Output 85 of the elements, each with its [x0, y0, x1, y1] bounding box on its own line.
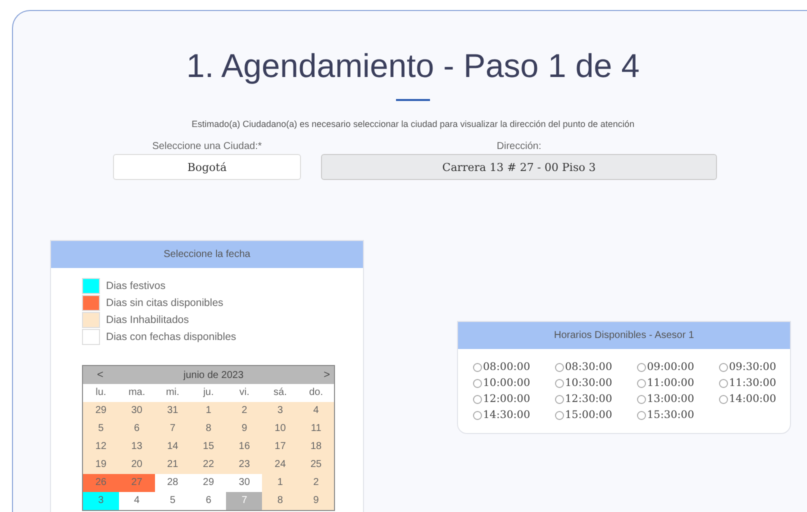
time-option[interactable]: 15:30:00	[647, 409, 694, 421]
radio-button[interactable]	[719, 394, 728, 404]
calendar-day[interactable]: 10	[262, 420, 298, 438]
weekday-label: ma.	[127, 386, 146, 400]
radio-button[interactable]	[637, 362, 646, 372]
legend-label: Dias con fechas disponibles	[106, 331, 236, 343]
calendar-day[interactable]: 16	[226, 438, 262, 456]
time-option[interactable]: 11:30:00	[729, 377, 776, 389]
calendar-day[interactable]: 8	[190, 420, 226, 438]
calendar-day[interactable]: 12	[83, 438, 119, 456]
calendar-day[interactable]: 2	[298, 474, 334, 492]
radio-button[interactable]	[719, 378, 728, 388]
calendar-day[interactable]: 2	[226, 402, 262, 420]
title-underline	[396, 99, 430, 101]
calendar-day[interactable]: 15	[190, 438, 226, 456]
calendar-day[interactable]: 14	[154, 438, 191, 456]
calendar-day[interactable]: 11	[298, 420, 334, 438]
radio-button[interactable]	[637, 410, 646, 420]
calendar-day[interactable]: 9	[298, 492, 334, 510]
time-option[interactable]: 13:00:00	[647, 393, 694, 405]
radio-button[interactable]	[473, 378, 482, 388]
calendar-day[interactable]: 8	[262, 492, 298, 510]
weekday-label: vi.	[238, 386, 250, 400]
legend-label: Dias sin citas disponibles	[106, 297, 224, 309]
calendar-day[interactable]: 1	[262, 474, 298, 492]
time-option[interactable]: 14:00:00	[729, 393, 776, 405]
page-title: 1. Agendamiento - Paso 1 de 4	[185, 47, 641, 85]
time-option[interactable]: 09:00:00	[647, 361, 694, 373]
legend-label: Dias Inhabilitados	[106, 314, 189, 326]
calendar-day[interactable]: 24	[262, 456, 298, 474]
next-month-button[interactable]: >	[324, 369, 330, 381]
calendar-day[interactable]: 22	[190, 456, 226, 474]
calendar-day[interactable]: 5	[83, 420, 119, 438]
time-option[interactable]: 10:00:00	[483, 377, 530, 389]
radio-button[interactable]	[637, 394, 646, 404]
field-label: Seleccione una Ciudad:*	[152, 141, 262, 152]
intro-text: Estimado(a) Ciudadano(a) es necesario seleccionar la ciudad para visualizar la dirección del punto de atención	[190, 119, 636, 129]
calendar-day[interactable]: 3	[262, 402, 298, 420]
calendar-day[interactable]: 30	[118, 402, 155, 420]
weekday-label: mi.	[164, 386, 180, 400]
calendar-day[interactable]: 6	[118, 420, 155, 438]
calendar-day[interactable]: 4	[298, 402, 334, 420]
calendar-day[interactable]: 18	[298, 438, 334, 456]
radio-button[interactable]	[637, 378, 646, 388]
time-option[interactable]: 12:30:00	[565, 393, 612, 405]
time-option[interactable]: 10:30:00	[565, 377, 612, 389]
weekday-label: lu.	[94, 386, 108, 400]
time-option[interactable]: 11:00:00	[647, 377, 694, 389]
calendar-day[interactable]: 20	[118, 456, 155, 474]
calendar-day[interactable]: 17	[262, 438, 298, 456]
calendar-day[interactable]: 7	[154, 420, 191, 438]
field-label: Dirección:	[496, 141, 542, 152]
prev-month-button[interactable]: <	[97, 369, 104, 381]
calendar-day[interactable]: 13	[118, 438, 155, 456]
radio-button[interactable]	[555, 378, 564, 388]
time-option[interactable]: 08:00:00	[483, 361, 530, 373]
panel-header: Seleccione la fecha	[51, 241, 363, 268]
time-option[interactable]: 08:30:00	[565, 361, 612, 373]
radio-button[interactable]	[555, 362, 564, 372]
radio-button[interactable]	[473, 362, 482, 372]
legend-label: Dias festivos	[106, 280, 166, 292]
radio-button[interactable]	[555, 410, 564, 420]
calendar-day[interactable]: 1	[190, 402, 226, 420]
calendar-day[interactable]: 21	[154, 456, 191, 474]
calendar-day[interactable]: 9	[226, 420, 262, 438]
radio-button[interactable]	[473, 394, 482, 404]
calendar-day[interactable]: 31	[154, 402, 191, 420]
calendar-day[interactable]: 25	[298, 456, 334, 474]
panel-header: Horarios Disponibles - Asesor 1	[458, 322, 790, 349]
time-option[interactable]: 12:00:00	[483, 393, 530, 405]
time-option[interactable]: 15:00:00	[565, 409, 612, 421]
radio-button[interactable]	[719, 362, 728, 372]
month-label: junio de 2023	[183, 370, 244, 380]
weekday-label: ju.	[202, 386, 215, 400]
calendar-day[interactable]: 3	[83, 492, 119, 510]
radio-button[interactable]	[473, 410, 482, 420]
calendar-day[interactable]: 23	[226, 456, 262, 474]
calendar-day[interactable]: 29	[83, 402, 119, 420]
time-option[interactable]: 09:30:00	[729, 361, 776, 373]
time-option[interactable]: 14:30:00	[483, 409, 530, 421]
calendar-day[interactable]: 19	[83, 456, 119, 474]
weekday-label: do.	[308, 386, 324, 400]
city-field[interactable]: Bogotá	[113, 154, 301, 180]
radio-button[interactable]	[555, 394, 564, 404]
weekday-label: sá.	[272, 386, 288, 400]
